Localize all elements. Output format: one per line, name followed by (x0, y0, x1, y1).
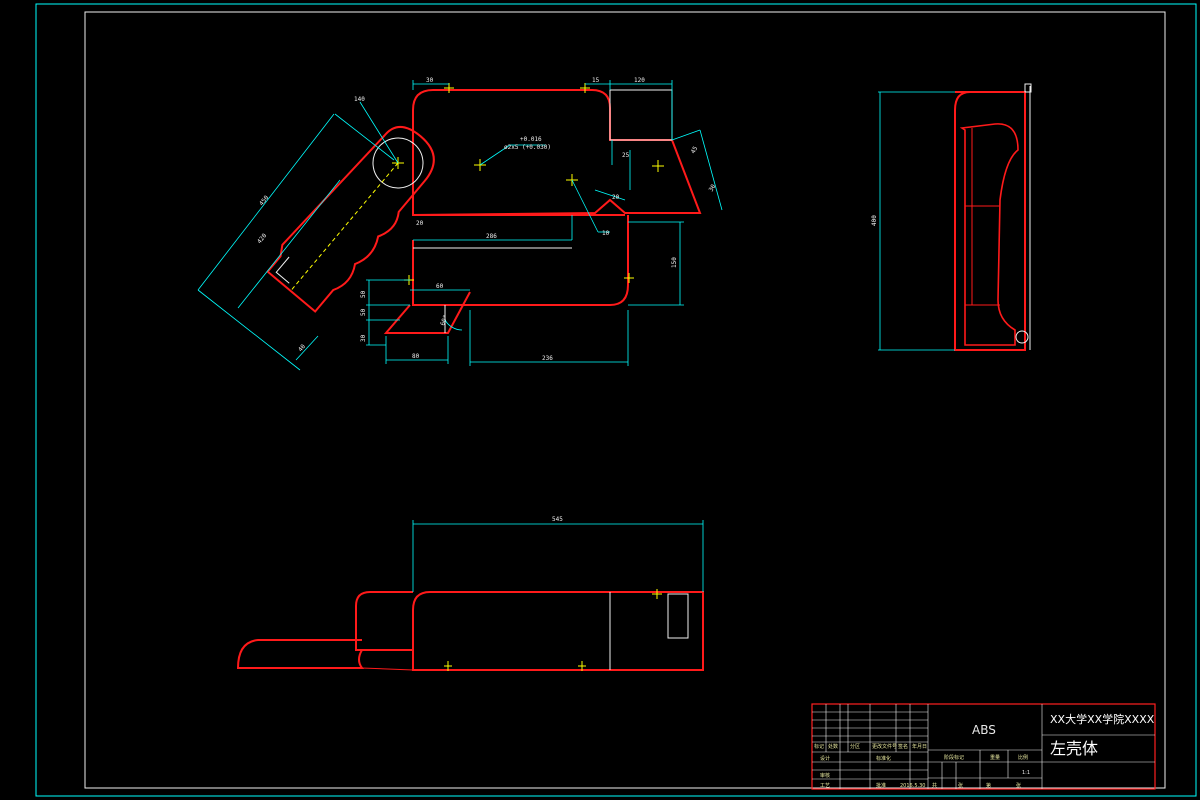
label-design: 设计 (820, 755, 830, 762)
label-ratio: 比例 (1018, 754, 1028, 761)
title-material: ABS (972, 723, 996, 737)
label-no: 第 (986, 782, 991, 789)
label-weight: 重量 (990, 754, 1000, 761)
side-inner-contour (959, 123, 1019, 346)
label-process: 工艺 (820, 783, 830, 789)
side-view: 400 (871, 83, 1032, 351)
front-view: 30 15 120 140 +0.016 ø2x5 (+0.030) 25 20… (197, 77, 723, 371)
top-left-handle (236, 639, 364, 669)
dim-vert-right: 150 (671, 257, 678, 268)
top-left-lever (355, 591, 413, 651)
cad-drawing-canvas: 30 15 120 140 +0.016 ø2x5 (+0.030) 25 20… (35, 3, 1197, 797)
label-sheet-b: 张 (1016, 782, 1021, 789)
title-part-name: 左壳体 (1050, 739, 1098, 758)
label-sheet-a: 张 (958, 782, 963, 789)
sheet-outer-border (35, 3, 1197, 797)
label-review: 审核 (820, 772, 830, 779)
dim-top-width: 545 (552, 516, 563, 523)
label-approve: 批准 (876, 782, 886, 789)
dim-45a: 45 (690, 145, 700, 155)
dim-lever-inner: 420 (256, 232, 268, 245)
lever-end-slot (275, 256, 290, 284)
dim-top-right: 120 (634, 77, 645, 84)
title-block: ABS XX大学XX学院XXXX 左壳体 1:1 2016.5.30 标记 处数… (811, 703, 1156, 790)
label-change-doc: 更改文件号 (872, 743, 897, 750)
front-dimension-lines (197, 80, 723, 371)
dim-stack-3: 30 (360, 334, 367, 342)
dim-side-height: 400 (871, 215, 878, 226)
front-notch (609, 89, 673, 141)
dim-angle: 60° (439, 314, 449, 327)
side-bottom-boss (1015, 330, 1029, 344)
label-mark: 标记 (814, 743, 824, 750)
dim-bottom-long: 236 (542, 355, 553, 362)
top-center-marks (444, 589, 662, 671)
front-center-marks (392, 83, 664, 285)
dim-stack-1: 50 (360, 290, 367, 298)
label-zone: 分区 (850, 743, 860, 750)
title-date: 2016.5.30 (900, 783, 925, 789)
dim-top-left: 30 (426, 77, 434, 84)
dim-left-step: 20 (416, 220, 424, 227)
top-main-body (412, 591, 704, 671)
top-dimension-lines (412, 520, 704, 592)
dim-lever-end: 40 (297, 343, 307, 353)
label-count: 处数 (828, 743, 838, 750)
dim-top-mid: 15 (592, 77, 600, 84)
top-left-link (361, 667, 414, 671)
label-stage-mark: 阶段标记 (944, 754, 964, 761)
top-view: 545 (236, 516, 704, 671)
dim-45b: 30 (708, 183, 718, 193)
dim-chamfer: 20 (612, 194, 620, 201)
dim-hole: ø2x5 (+0.030) (504, 144, 551, 151)
front-main-plate (412, 89, 702, 217)
label-date: 年月日 (912, 743, 927, 750)
label-sign: 签名 (898, 743, 908, 750)
dim-radius: 140 (354, 96, 365, 103)
front-lower-body (412, 215, 629, 306)
sheet-inner-border (84, 11, 1166, 789)
dim-mid-long: 286 (486, 233, 497, 240)
dim-lever-outer: 450 (258, 194, 270, 207)
dim-stack-2: 50 (360, 308, 367, 316)
dim-foot-w: 80 (412, 353, 420, 360)
top-right-tab (667, 593, 689, 639)
front-lever-arm (266, 125, 435, 313)
label-standard: 标准化 (876, 755, 891, 762)
dim-tolerance: +0.016 (520, 136, 542, 143)
side-dimension-lines (878, 91, 955, 351)
dim-side-small: 25 (622, 152, 630, 159)
dim-r10: 10 (602, 230, 610, 237)
title-school: XX大学XX学院XXXX (1050, 712, 1155, 726)
dim-foot-top: 60 (436, 283, 444, 290)
front-foot (383, 291, 471, 334)
title-scale: 1:1 (1022, 770, 1030, 776)
label-total: 共 (932, 782, 937, 789)
